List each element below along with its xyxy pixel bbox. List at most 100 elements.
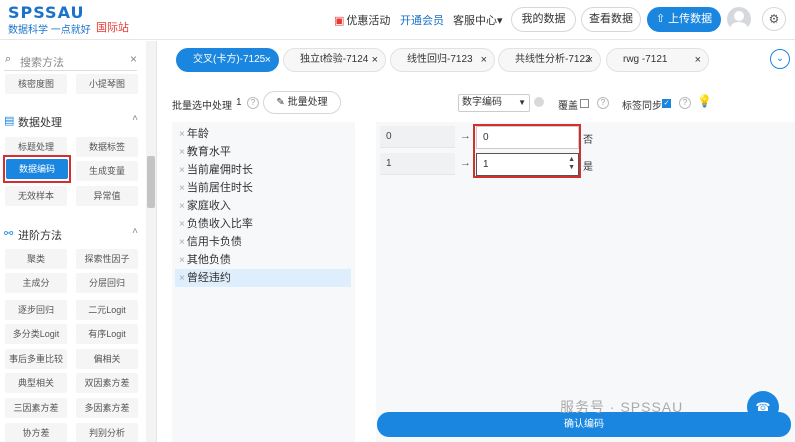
customer-service-icon[interactable]: ☎	[747, 391, 779, 423]
scrollbar-thumb[interactable]	[147, 156, 155, 208]
method-button[interactable]: 主成分	[5, 273, 67, 293]
remove-icon[interactable]: ×	[179, 237, 185, 248]
method-button[interactable]: 有序Logit	[76, 324, 138, 344]
search-input[interactable]: ⌕ 搜索方法 ×	[4, 51, 137, 71]
method-button[interactable]: 分层回归	[76, 273, 138, 293]
method-button[interactable]: 聚类	[5, 249, 67, 269]
original-value: 1	[380, 153, 455, 175]
help-icon[interactable]: ?	[597, 97, 609, 109]
overwrite-checkbox[interactable]	[580, 99, 589, 108]
batch-process-label: 批量处理	[287, 97, 328, 108]
intl-site-link[interactable]: 国际站	[96, 19, 129, 35]
selection-highlight	[3, 155, 71, 183]
search-placeholder: 搜索方法	[20, 57, 64, 69]
method-button[interactable]: 二元Logit	[76, 300, 138, 320]
gear-icon[interactable]: ⚙	[762, 7, 786, 31]
list-item[interactable]: × 当前雇佣时长	[175, 161, 351, 179]
promo-link[interactable]: ▣ 优惠活动	[334, 12, 390, 28]
remove-icon[interactable]: ×	[179, 147, 185, 158]
arrow-right-icon: →	[460, 130, 471, 142]
remove-icon[interactable]: ×	[179, 165, 185, 176]
variable-name: 当前居住时长	[186, 182, 253, 194]
upload-data-button[interactable]: ⇧ 上传数据	[647, 7, 721, 32]
list-item-selected[interactable]: × 曾经违约	[175, 269, 351, 287]
remove-icon[interactable]: ×	[179, 201, 185, 212]
encode-type-select[interactable]: 数字编码 ▼	[458, 94, 530, 112]
list-item[interactable]: × 当前居住时长	[175, 179, 351, 197]
help-icon[interactable]: ?	[679, 97, 691, 109]
variable-name: 曾经违约	[186, 272, 231, 284]
vip-link[interactable]: 开通会员	[400, 12, 444, 28]
help-icon[interactable]: ?	[247, 97, 259, 109]
upload-icon: ⇧	[655, 13, 666, 25]
method-button[interactable]: 生成变量	[76, 161, 138, 181]
batch-process-button[interactable]: ✎ 批量处理	[263, 91, 341, 114]
top-bar: SPSSAU 数据科学 一点就好 国际站 ▣ 优惠活动 开通会员 客服中心▾ 我的…	[0, 0, 795, 40]
method-button[interactable]: 数据标签	[76, 137, 138, 157]
tab-crosstab[interactable]: 交叉(卡方)-7125 ×	[176, 48, 279, 72]
tab-t-test[interactable]: 独立t检验-7124 ×	[283, 48, 386, 72]
method-button[interactable]: 典型相关	[5, 373, 67, 393]
method-button[interactable]: 核密度图	[5, 74, 67, 94]
value-label: 否	[583, 135, 593, 146]
remove-icon[interactable]: ×	[179, 273, 185, 284]
close-icon[interactable]: ×	[265, 49, 271, 71]
method-button[interactable]: 异常值	[76, 186, 138, 206]
avatar[interactable]	[727, 7, 751, 31]
my-data-button[interactable]: 我的数据	[511, 7, 576, 32]
value-label: 是	[583, 162, 593, 173]
remove-icon[interactable]: ×	[179, 219, 185, 230]
section-data-processing[interactable]: ▤ 数据处理 ˄	[4, 113, 140, 129]
close-icon[interactable]: ×	[587, 49, 593, 71]
section-advanced[interactable]: ⚯ 进阶方法 ˄	[4, 226, 140, 242]
method-button[interactable]: 偏相关	[76, 349, 138, 369]
chevron-up-icon: ˄	[132, 113, 138, 124]
method-button[interactable]: 多因素方差	[76, 398, 138, 418]
chevron-down-icon[interactable]: ⌄	[770, 49, 790, 69]
list-item[interactable]: × 其他负债	[175, 251, 351, 269]
clear-icon[interactable]: ×	[130, 52, 137, 66]
method-button[interactable]: 探索性因子	[76, 249, 138, 269]
method-button[interactable]: 标题处理	[5, 137, 67, 157]
method-button[interactable]: 事后多重比较	[5, 349, 67, 369]
close-icon[interactable]: ×	[695, 49, 701, 71]
method-button[interactable]: 小提琴图	[76, 74, 138, 94]
list-item[interactable]: × 信用卡负债	[175, 233, 351, 251]
lightbulb-icon[interactable]: 💡	[697, 94, 712, 108]
variable-name: 负债收入比率	[186, 218, 253, 230]
remove-icon[interactable]: ×	[179, 255, 185, 266]
list-item[interactable]: × 负债收入比率	[175, 215, 351, 233]
variable-name: 信用卡负债	[186, 236, 242, 248]
tab-linear-regression[interactable]: 线性回归-7123 ×	[390, 48, 495, 72]
info-dot-icon[interactable]	[534, 97, 544, 107]
tab-collinearity[interactable]: 共线性分析-7122 ×	[498, 48, 601, 72]
sidebar-scrollbar[interactable]	[146, 41, 156, 442]
service-label: 客服中心	[453, 15, 497, 27]
edit-icon: ✎	[276, 97, 285, 108]
view-data-button[interactable]: 查看数据	[581, 7, 641, 32]
tab-label: 线性回归-7123	[407, 54, 473, 65]
list-item[interactable]: × 教育水平	[175, 143, 351, 161]
method-button[interactable]: 逐步回归	[5, 300, 67, 320]
logo[interactable]: SPSSAU	[8, 3, 84, 22]
method-button[interactable]: 多分类Logit	[5, 324, 67, 344]
tab-label: 共线性分析-7122	[515, 54, 591, 65]
method-button[interactable]: 三因素方差	[5, 398, 67, 418]
batch-select-label: 批量选中处理	[172, 101, 232, 112]
list-icon: ▤	[4, 115, 15, 127]
close-icon[interactable]: ×	[372, 49, 378, 71]
list-item[interactable]: × 家庭收入	[175, 197, 351, 215]
method-button[interactable]: 双因素方差	[76, 373, 138, 393]
method-button[interactable]: 协方差	[5, 423, 67, 442]
remove-icon[interactable]: ×	[179, 129, 185, 140]
method-button[interactable]: 无效样本	[5, 186, 67, 206]
logo-tagline: 数据科学 一点就好	[8, 25, 91, 36]
service-center-menu[interactable]: 客服中心▾	[453, 12, 503, 28]
remove-icon[interactable]: ×	[179, 183, 185, 194]
tab-rwg[interactable]: rwg -7121 ×	[606, 48, 709, 72]
method-button[interactable]: 判别分析	[76, 423, 138, 442]
close-icon[interactable]: ×	[481, 49, 487, 71]
arrow-right-icon: →	[460, 157, 471, 169]
list-item[interactable]: × 年龄	[175, 125, 351, 143]
label-sync-checkbox[interactable]: ✓	[662, 99, 671, 108]
